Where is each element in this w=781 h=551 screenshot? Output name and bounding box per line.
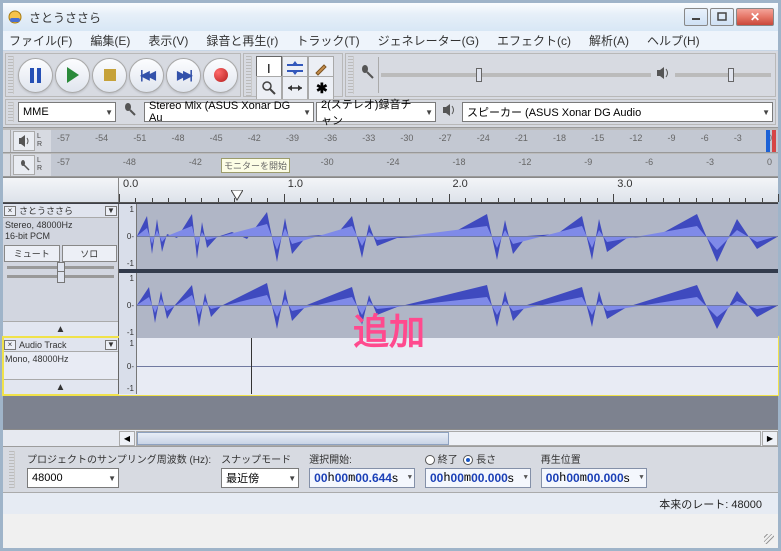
gain-slider[interactable] <box>7 266 114 269</box>
transport-toolbar: |◀◀ ▶▶| <box>5 53 241 97</box>
selection-length-time[interactable]: 00 h 00 m 00.000 s <box>425 468 531 488</box>
horizontal-scrollbar[interactable]: ◀ ▶ <box>3 429 778 446</box>
menu-file[interactable]: ファイル(F) <box>9 32 72 49</box>
menu-view[interactable]: 表示(V) <box>148 32 188 49</box>
title-bar: さとうささら ✕ <box>3 3 778 31</box>
speaker-icon <box>655 65 671 86</box>
track-format: Mono, 48000Hz <box>5 354 116 365</box>
grip-icon[interactable] <box>8 56 14 94</box>
length-radio[interactable] <box>463 455 473 465</box>
solo-button[interactable]: ソロ <box>62 245 118 262</box>
recording-meter[interactable]: LR -57-48-42-36-30-24-18-12-9-6-30 モニターを… <box>3 153 778 177</box>
menu-tracks[interactable]: トラック(T) <box>296 32 359 49</box>
skip-end-button[interactable]: ▶▶| <box>166 58 201 93</box>
scroll-left-button[interactable]: ◀ <box>119 431 135 446</box>
status-bar: 本来のレート: 48000 <box>3 492 778 514</box>
overlay-annotation: 追加 <box>353 303 425 355</box>
playhead-cursor-icon[interactable] <box>231 190 243 202</box>
track-format: Stereo, 48000Hz <box>5 220 116 231</box>
timeline-ruler[interactable]: 0.01.02.03.04.0 <box>3 177 778 203</box>
play-position-time[interactable]: 00 h 00 m 00.000 s <box>541 468 647 488</box>
stop-button[interactable] <box>92 58 127 93</box>
track-2-waveform[interactable]: 10--1 <box>119 338 778 395</box>
output-device-select[interactable]: スピーカー (ASUS Xonar DG Audio <box>462 102 773 122</box>
grip-icon[interactable] <box>3 154 11 176</box>
scrollbar-thumb[interactable] <box>137 432 449 445</box>
track-2-panel: × Audio Track ▼ Mono, 48000Hz ▲ <box>3 338 119 395</box>
scroll-right-button[interactable]: ▶ <box>762 431 778 446</box>
mic-volume-slider[interactable] <box>476 68 482 82</box>
maximize-button[interactable] <box>710 8 734 26</box>
pause-button[interactable] <box>18 58 53 93</box>
selection-start-time[interactable]: 00 h 00 m 00.644 s <box>309 468 415 488</box>
track-name[interactable]: Audio Track <box>17 340 104 350</box>
svg-text:I: I <box>267 61 271 75</box>
mic-icon <box>122 102 138 123</box>
selection-bar: プロジェクトのサンプリング周波数 (Hz): 48000 スナップモード 最近傍… <box>3 446 778 492</box>
collapse-button[interactable]: ▲ <box>3 321 118 337</box>
grip-icon[interactable] <box>246 56 252 96</box>
track-menu-button[interactable]: ▼ <box>105 340 117 350</box>
record-button[interactable] <box>203 58 238 93</box>
app-icon <box>7 9 23 25</box>
playback-meter[interactable]: LR -57-54-51-48-45-42-39-36-33-30-27-24-… <box>3 129 778 153</box>
close-button[interactable]: ✕ <box>736 8 774 26</box>
speaker-icon <box>442 103 456 122</box>
grip-icon[interactable] <box>9 451 15 488</box>
menu-generate[interactable]: ジェネレーター(G) <box>378 32 479 49</box>
track-close-button[interactable]: × <box>4 206 16 216</box>
snap-mode-label: スナップモード <box>221 451 299 466</box>
record-meter-toolbar <box>345 53 776 97</box>
svg-text:✱: ✱ <box>316 81 328 95</box>
zoom-tool[interactable] <box>256 76 282 100</box>
menu-help[interactable]: ヘルプ(H) <box>647 32 700 49</box>
skip-start-button[interactable]: |◀◀ <box>129 58 164 93</box>
collapse-button[interactable]: ▲ <box>3 379 118 395</box>
pan-slider[interactable] <box>7 275 114 278</box>
project-rate-label: プロジェクトのサンプリング周波数 (Hz): <box>27 451 211 466</box>
start-monitoring-button[interactable]: モニターを開始 <box>221 158 290 173</box>
speaker-icon <box>13 131 35 151</box>
menu-effect[interactable]: エフェクト(c) <box>497 32 571 49</box>
track-close-button[interactable]: × <box>4 340 16 350</box>
output-volume-slider[interactable] <box>728 68 734 82</box>
menu-record[interactable]: 録音と再生(r) <box>206 32 278 49</box>
mute-button[interactable]: ミュート <box>4 245 60 262</box>
project-rate-select[interactable]: 48000 <box>27 468 119 488</box>
toolbars: |◀◀ ▶▶| I ✱ <box>3 51 778 128</box>
timeshift-tool[interactable] <box>282 76 308 100</box>
play-button[interactable] <box>55 58 90 93</box>
track-1-panel: × さとうささら ▼ Stereo, 48000Hz 16-bit PCM ミュ… <box>3 204 119 337</box>
audio-host-select[interactable]: MME <box>18 102 116 122</box>
menu-bar: ファイル(F) 編集(E) 表示(V) 録音と再生(r) トラック(T) ジェネ… <box>3 31 778 51</box>
play-position-label: 再生位置 <box>541 451 647 466</box>
mic-icon <box>358 64 376 87</box>
tools-toolbar: I ✱ <box>243 53 343 97</box>
menu-analyze[interactable]: 解析(A) <box>589 32 629 49</box>
menu-edit[interactable]: 編集(E) <box>90 32 130 49</box>
track-menu-button[interactable]: ▼ <box>105 206 117 216</box>
track-name[interactable]: さとうささら <box>17 204 104 217</box>
snap-mode-select[interactable]: 最近傍 <box>221 468 299 488</box>
mic-icon <box>13 155 35 175</box>
device-toolbar: MME Stereo Mix (ASUS Xonar DG Au 2(ステレオ)… <box>5 99 776 125</box>
input-channels-select[interactable]: 2(ステレオ)録音チャン <box>316 102 436 122</box>
minimize-button[interactable] <box>684 8 708 26</box>
track-1-waveform[interactable]: 10--1 10--1 <box>119 204 778 337</box>
tracks-area: × さとうささら ▼ Stereo, 48000Hz 16-bit PCM ミュ… <box>3 203 778 429</box>
grip-icon[interactable] <box>8 102 14 122</box>
track-bits: 16-bit PCM <box>5 231 116 242</box>
actual-rate-label: 本来のレート: 48000 <box>659 496 762 512</box>
input-device-select[interactable]: Stereo Mix (ASUS Xonar DG Au <box>144 102 314 122</box>
window-title: さとうささら <box>29 9 101 26</box>
grip-icon[interactable] <box>348 56 354 94</box>
end-radio[interactable] <box>425 455 435 465</box>
meters-panel: LR -57-54-51-48-45-42-39-36-33-30-27-24-… <box>3 128 778 177</box>
grip-icon[interactable] <box>3 130 11 152</box>
selection-start-label: 選択開始: <box>309 451 415 466</box>
